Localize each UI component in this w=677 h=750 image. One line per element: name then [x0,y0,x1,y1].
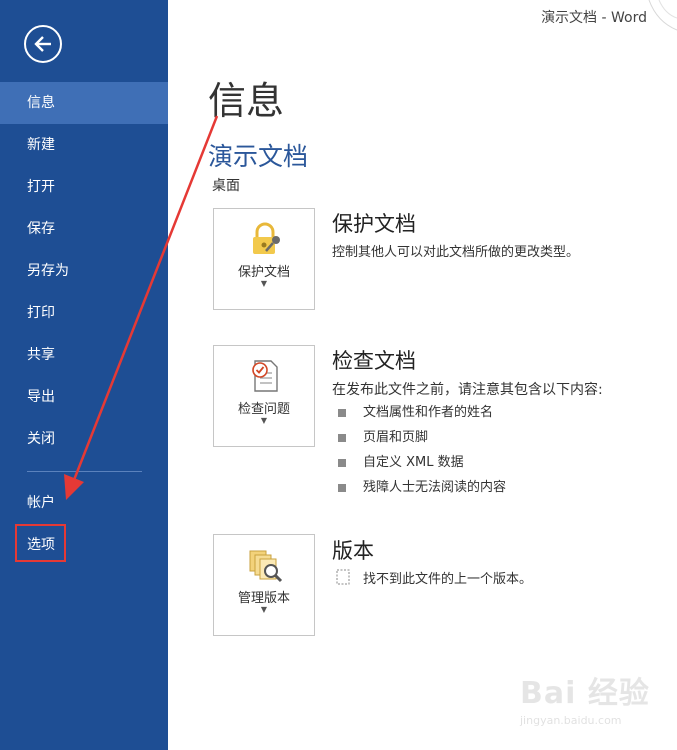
list-item: 页眉和页脚 [338,429,506,454]
nav-item-account[interactable]: 帐户 [0,482,168,524]
watermark-subtext: jingyan.baidu.com [520,714,622,727]
chevron-down-icon: ▼ [260,279,268,288]
list-item: 文档属性和作者的姓名 [338,404,506,429]
list-item: 残障人士无法阅读的内容 [338,479,506,504]
nav-item-close[interactable]: 关闭 [0,418,168,460]
inspect-section-description: 在发布此文件之前，请注意其包含以下内容: [332,382,603,398]
bullet-text: 页眉和页脚 [363,430,429,445]
protect-section-title: 保护文档 [332,212,416,236]
protect-document-label: 保护文档 [237,265,290,280]
decorative-corner-lines [648,0,677,31]
arrow-left-icon [34,36,51,52]
nav-item-open[interactable]: 打开 [0,166,168,208]
list-item: 自定义 XML 数据 [338,454,506,479]
document-location: 桌面 [212,178,240,194]
backstage-nav: 信息 新建 打开 保存 另存为 打印 共享 导出 关闭 [0,82,168,460]
nav-item-export[interactable]: 导出 [0,376,168,418]
document-check-icon [252,360,278,392]
baidu-watermark: Bai 经验 jingyan.baidu.com [520,668,670,744]
bullet-square-icon [338,484,346,492]
protect-document-button[interactable]: 保护文档 ▼ [213,208,315,310]
lock-key-icon [253,222,280,254]
document-name: 演示文档 [208,142,309,171]
back-button[interactable] [24,25,62,63]
versions-section-title: 版本 [332,539,374,563]
check-issues-label: 检查问题 [237,402,290,417]
chevron-down-icon: ▼ [260,605,268,614]
nav-divider [27,471,142,472]
version-note-text: 找不到此文件的上一个版本。 [363,572,533,587]
protect-section-description: 控制其他人可以对此文档所做的更改类型。 [332,245,580,260]
bullet-square-icon [338,459,346,467]
versions-search-icon [249,550,283,583]
backstage-sidebar: 信息 新建 打开 保存 另存为 打印 共享 导出 关闭 帐户 选项 [0,0,168,750]
nav-item-new[interactable]: 新建 [0,124,168,166]
bullet-square-icon [338,409,346,417]
nav-item-share[interactable]: 共享 [0,334,168,376]
window-title: 演示文档 - Word [541,10,647,26]
bullet-square-icon [338,434,346,442]
page-title: 信息 [208,79,285,123]
watermark-text: Bai 经验 [520,676,650,711]
version-note-row: 找不到此文件的上一个版本。 [336,568,532,587]
inspect-bullet-list: 文档属性和作者的姓名 页眉和页脚 自定义 XML 数据 残障人士无法阅读的内容 [338,404,506,504]
nav-item-info[interactable]: 信息 [0,82,168,124]
nav-item-print[interactable]: 打印 [0,292,168,334]
chevron-down-icon: ▼ [260,416,268,425]
options-highlight-box [15,524,66,562]
check-issues-button[interactable]: 检查问题 ▼ [213,345,315,447]
manage-versions-label: 管理版本 [237,591,290,606]
bullet-text: 自定义 XML 数据 [363,455,464,470]
inspect-section-title: 检查文档 [332,349,416,373]
manage-versions-button[interactable]: 管理版本 ▼ [213,534,315,636]
nav-item-save[interactable]: 保存 [0,208,168,250]
bullet-text: 文档属性和作者的姓名 [363,405,494,420]
nav-item-save-as[interactable]: 另存为 [0,250,168,292]
bullet-text: 残障人士无法阅读的内容 [363,480,507,495]
page-dotted-icon [336,569,350,585]
